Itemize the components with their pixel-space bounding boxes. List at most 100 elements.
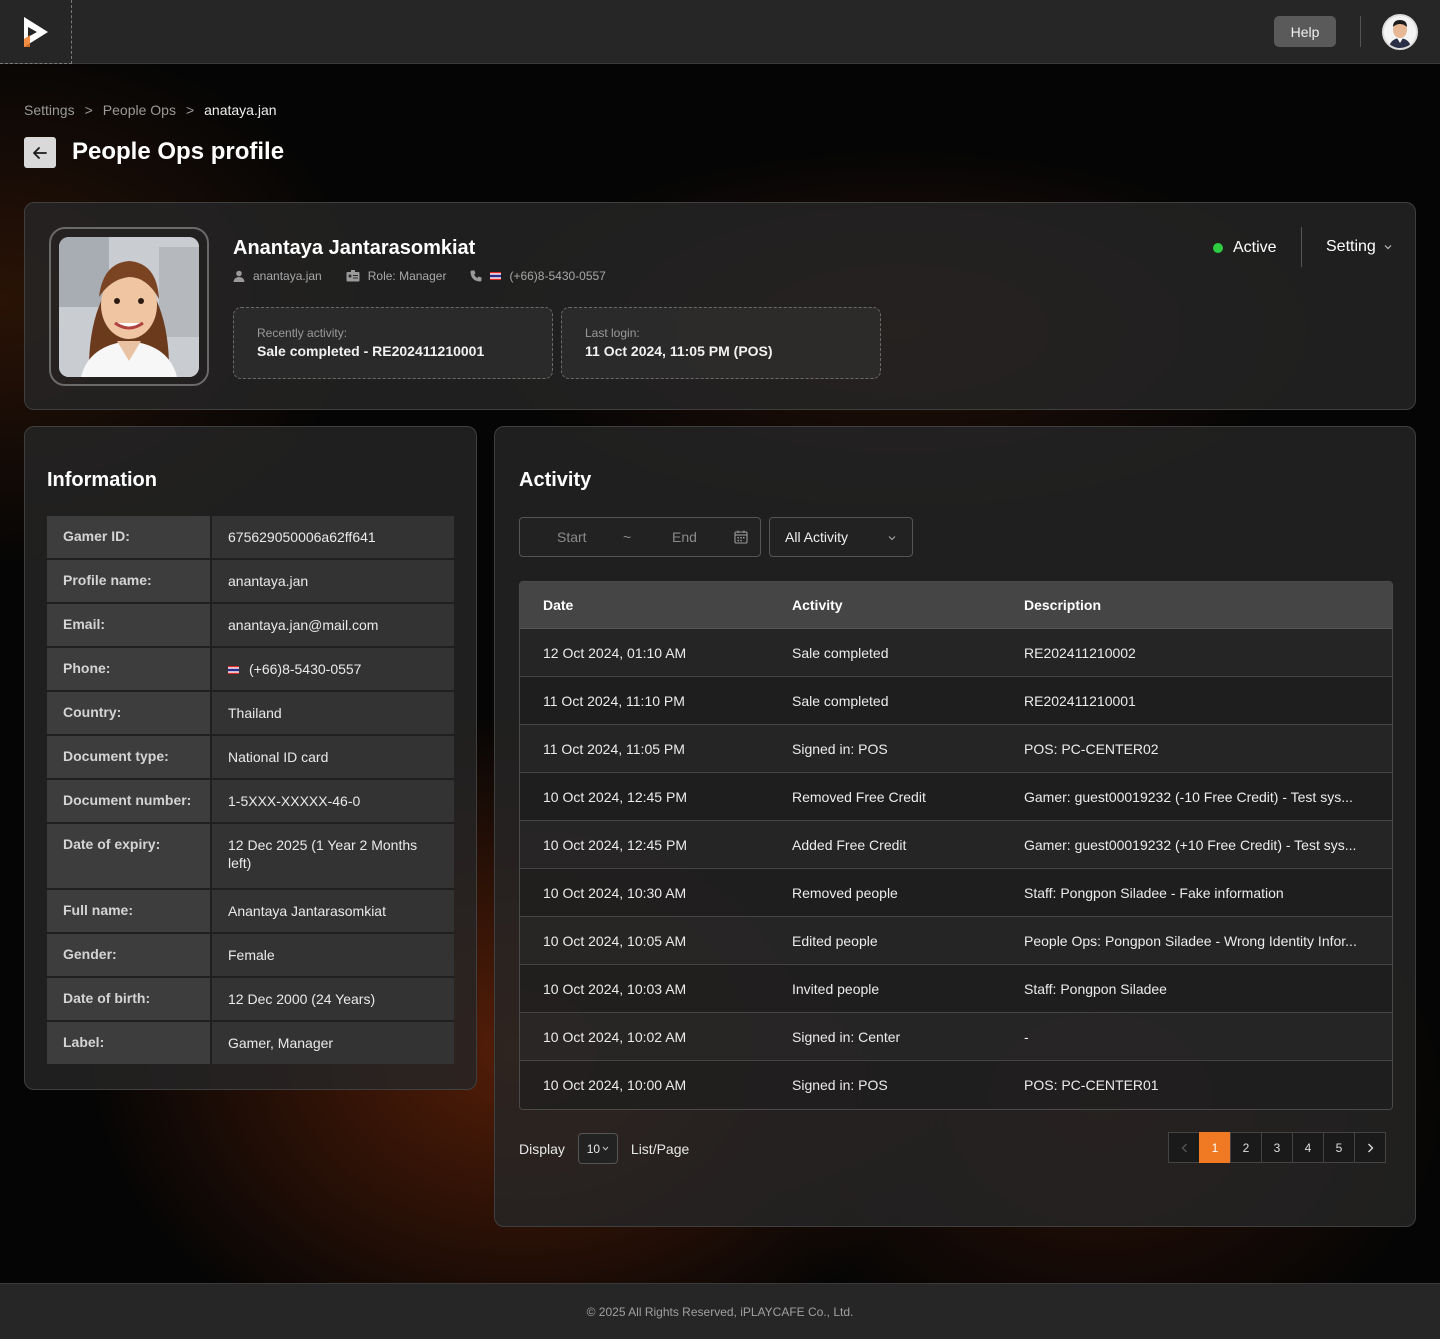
info-key: Phone: bbox=[47, 648, 212, 690]
calendar-icon[interactable] bbox=[734, 530, 748, 544]
date-separator: ~ bbox=[623, 529, 632, 545]
table-row[interactable]: 10 Oct 2024, 10:02 AM Signed in: Center - bbox=[520, 1013, 1392, 1061]
info-value: Gamer, Manager bbox=[212, 1022, 454, 1064]
cell-date: 12 Oct 2024, 01:10 AM bbox=[543, 644, 687, 661]
chevron-right-icon bbox=[1367, 1143, 1373, 1152]
table-row[interactable]: 10 Oct 2024, 12:45 PM Removed Free Credit… bbox=[520, 773, 1392, 821]
page-button-5[interactable]: 5 bbox=[1323, 1132, 1355, 1163]
cell-description: Gamer: guest00019232 (-10 Free Credit) -… bbox=[1024, 788, 1353, 805]
cell-date: 11 Oct 2024, 11:10 PM bbox=[543, 692, 685, 709]
information-title: Information bbox=[47, 469, 157, 491]
cell-activity: Added Free Credit bbox=[792, 836, 907, 853]
profile-meta: anantaya.jan Role: Manager (+66)8-5430-0… bbox=[233, 269, 606, 283]
info-key: Label: bbox=[47, 1022, 212, 1064]
page-size-select[interactable]: 10 bbox=[577, 1133, 618, 1164]
user-avatar[interactable] bbox=[1382, 14, 1418, 50]
chevron-down-icon bbox=[888, 536, 896, 541]
information-table: Gamer ID: 675629050006a62ff641 Profile na… bbox=[47, 516, 454, 1064]
last-login-box: Last login: 11 Oct 2024, 11:05 PM (POS) bbox=[561, 307, 881, 379]
chevron-down-icon bbox=[602, 1146, 609, 1151]
cell-description: POS: PC-CENTER02 bbox=[1024, 740, 1159, 757]
table-row[interactable]: 10 Oct 2024, 10:05 AM Edited people People… bbox=[520, 917, 1392, 965]
table-row[interactable]: 10 Oct 2024, 10:03 AM Invited people Staff… bbox=[520, 965, 1392, 1013]
cell-description: POS: PC-CENTER01 bbox=[1024, 1077, 1159, 1093]
recent-activity-value: Sale completed - RE202411210001 bbox=[257, 343, 485, 359]
page-button-2[interactable]: 2 bbox=[1230, 1132, 1262, 1163]
help-button[interactable]: Help bbox=[1274, 16, 1336, 47]
cell-activity: Removed people bbox=[792, 884, 898, 901]
cell-description: Gamer: guest00019232 (+10 Free Credit) -… bbox=[1024, 836, 1357, 853]
info-key: Email: bbox=[47, 604, 212, 646]
info-key: Date of expiry: bbox=[47, 824, 212, 888]
page-button-3[interactable]: 3 bbox=[1261, 1132, 1293, 1163]
cell-activity: Invited people bbox=[792, 980, 880, 997]
info-key: Profile name: bbox=[47, 560, 212, 602]
activity-filter-value: All Activity bbox=[785, 529, 849, 545]
recent-activity-label: Recently activity: bbox=[257, 326, 348, 340]
cell-date: 10 Oct 2024, 10:03 AM bbox=[543, 980, 687, 997]
pagination: 12345 bbox=[1168, 1132, 1386, 1163]
table-row[interactable]: 11 Oct 2024, 11:10 PM Sale completed RE202… bbox=[520, 677, 1392, 725]
cell-activity: Signed in: POS bbox=[792, 1077, 888, 1093]
next-page-button[interactable] bbox=[1354, 1132, 1386, 1163]
app-logo[interactable] bbox=[0, 0, 72, 64]
page-button-1[interactable]: 1 bbox=[1199, 1132, 1231, 1163]
table-row[interactable]: 10 Oct 2024, 12:45 PM Added Free Credit Ga… bbox=[520, 821, 1392, 869]
user-icon bbox=[233, 270, 245, 282]
page-number-list: 12345 bbox=[1199, 1132, 1355, 1163]
footer: © 2025 All Rights Reserved, iPLAYCAFE Co… bbox=[0, 1283, 1440, 1339]
cell-date: 10 Oct 2024, 12:45 PM bbox=[543, 788, 687, 805]
info-value: 12 Dec 2025 (1 Year 2 Months left) bbox=[212, 824, 454, 888]
info-row-email: Email: anantaya.jan@mail.com bbox=[47, 604, 454, 648]
page-button-4[interactable]: 4 bbox=[1292, 1132, 1324, 1163]
setting-dropdown[interactable]: Setting bbox=[1326, 238, 1392, 256]
breadcrumb-people-ops[interactable]: People Ops bbox=[103, 102, 176, 118]
prev-page-button[interactable] bbox=[1168, 1132, 1200, 1163]
chevron-left-icon bbox=[1181, 1143, 1187, 1152]
table-header: Date Activity Description bbox=[520, 582, 1392, 629]
date-end-input[interactable]: End bbox=[672, 529, 697, 545]
activity-title: Activity bbox=[519, 469, 592, 491]
cell-activity: Removed Free Credit bbox=[792, 788, 926, 805]
top-bar: Help bbox=[0, 0, 1440, 64]
list-page-label: List/Page bbox=[630, 1140, 690, 1157]
table-row[interactable]: 10 Oct 2024, 10:30 AM Removed people Staff… bbox=[520, 869, 1392, 917]
info-row-phone: Phone: (+66)8-5430-0557 bbox=[47, 648, 454, 692]
cell-date: 10 Oct 2024, 12:45 PM bbox=[543, 836, 687, 853]
breadcrumb-settings[interactable]: Settings bbox=[24, 102, 75, 118]
info-row-profile-name: Profile name: anantaya.jan bbox=[47, 560, 454, 604]
display-label: Display bbox=[519, 1140, 565, 1157]
role-text: Role: Manager bbox=[367, 269, 447, 283]
arrow-left-icon bbox=[33, 146, 47, 159]
topbar-divider bbox=[1360, 16, 1361, 47]
information-card: Information Gamer ID: 675629050006a62ff64… bbox=[24, 426, 477, 1090]
column-header-date[interactable]: Date bbox=[520, 597, 769, 613]
info-key: Country: bbox=[47, 692, 212, 734]
role-item: Role: Manager bbox=[346, 269, 447, 283]
info-row-document-type: Document type: National ID card bbox=[47, 736, 454, 780]
table-row[interactable]: 12 Oct 2024, 01:10 AM Sale completed RE202… bbox=[520, 629, 1392, 677]
info-key: Gender: bbox=[47, 934, 212, 976]
info-value: Anantaya Jantarasomkiat bbox=[212, 890, 454, 932]
info-key: Document type: bbox=[47, 736, 212, 778]
column-header-description[interactable]: Description bbox=[1001, 597, 1392, 613]
back-button[interactable] bbox=[24, 137, 56, 168]
profile-photo-frame bbox=[49, 227, 209, 386]
cell-description: - bbox=[1024, 1028, 1029, 1045]
cell-activity: Signed in: POS bbox=[792, 740, 888, 757]
info-value-phone: (+66)8-5430-0557 bbox=[212, 648, 454, 690]
info-key: Gamer ID: bbox=[47, 516, 212, 558]
page-title: People Ops profile bbox=[72, 138, 285, 165]
activity-filter-select[interactable]: All Activity bbox=[769, 517, 913, 557]
table-row[interactable]: 10 Oct 2024, 10:00 AM Signed in: POS POS: … bbox=[520, 1061, 1392, 1109]
info-value: 12 Dec 2000 (24 Years) bbox=[212, 978, 454, 1020]
date-range-picker[interactable]: Start ~ End bbox=[519, 517, 761, 557]
table-row[interactable]: 11 Oct 2024, 11:05 PM Signed in: POS POS: … bbox=[520, 725, 1392, 773]
id-card-icon bbox=[346, 270, 360, 282]
user-avatar-icon bbox=[1384, 16, 1416, 48]
breadcrumb-separator: > bbox=[185, 102, 195, 118]
username-text: anantaya.jan bbox=[253, 269, 322, 283]
table-body: 12 Oct 2024, 01:10 AM Sale completed RE202… bbox=[520, 629, 1392, 1109]
column-header-activity[interactable]: Activity bbox=[769, 597, 1001, 613]
date-start-input[interactable]: Start bbox=[557, 529, 587, 545]
